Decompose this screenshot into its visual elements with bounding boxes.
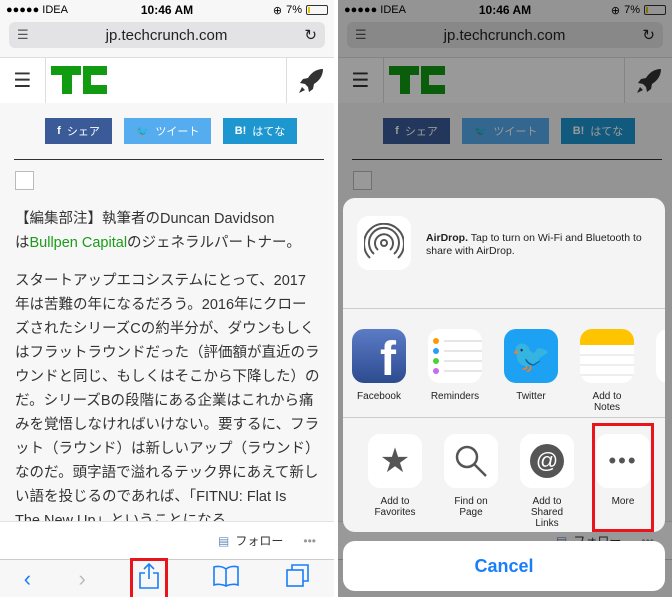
reader-icon[interactable]: ☰ xyxy=(17,27,29,43)
twitter-icon: 🐦 xyxy=(504,329,558,383)
action-find-on-page[interactable]: Find on Page xyxy=(443,434,499,529)
share-apps-row: fFacebook Reminders 🐦Twitter Add to Notes M xyxy=(343,309,665,418)
body-line: ウンドと同じ、もしくはそこから下降した）の xyxy=(15,369,320,385)
safari-page-before: ●●●●● IDEA 10:46 AM ⊕ 7% ☰ jp.techcrunch.… xyxy=(0,0,334,597)
hatena-share-button[interactable]: B! はてな xyxy=(223,118,297,144)
battery-icon xyxy=(306,5,328,15)
share-app-m[interactable]: M xyxy=(655,329,665,417)
body-line: だ。シリーズBの段階にある企業はこれから痛 xyxy=(15,393,314,409)
action-add-to-favorites[interactable]: ★ Add to Favorites xyxy=(367,434,423,529)
search-icon xyxy=(444,434,498,488)
divider xyxy=(14,159,324,160)
star-icon: ★ xyxy=(368,434,422,488)
more-dots-icon[interactable]: ••• xyxy=(303,534,316,548)
body-line: はフラットラウンドだった（評価額が直近のラ xyxy=(15,345,320,361)
rocket-icon[interactable] xyxy=(286,58,334,103)
safari-page-share-sheet: ●●●●● IDEA 10:46 AM ⊕ 7% ☰ jp.techcrunch.… xyxy=(338,0,672,597)
bullpen-capital-link[interactable]: Bullpen Capital xyxy=(30,235,128,251)
twitter-share-button[interactable]: 🐦 ツイート xyxy=(124,118,211,144)
status-bar: ●●●●● IDEA 10:46 AM ⊕ 7% xyxy=(0,0,334,20)
follow-button[interactable]: フォロー xyxy=(235,532,283,549)
body-line: ット（ラウンド）は新しいアップ（ラウンド） xyxy=(15,441,320,457)
reminders-icon xyxy=(428,329,482,383)
share-sheet: AirDrop. Tap to turn on Wi-Fi and Blueto… xyxy=(343,198,665,532)
tabs-icon[interactable] xyxy=(286,563,310,594)
share-app-reminders[interactable]: Reminders xyxy=(427,329,483,417)
ellipsis-icon: ••• xyxy=(596,434,650,488)
techcrunch-logo[interactable] xyxy=(46,58,286,103)
action-add-to-shared-links[interactable]: @ Add to Shared Links xyxy=(519,434,575,529)
at-icon: @ xyxy=(520,434,574,488)
body-line: ズされたシリーズCの約半分が、ダウンもしく xyxy=(15,321,315,337)
article-body: スタートアップエコシステムにとって、2017 年は苦難の年になるだろう。2016年… xyxy=(15,269,320,533)
body-line: みを覚悟しなければいけない。要するに、フラ xyxy=(15,417,320,433)
menu-icon[interactable]: ☰ xyxy=(0,58,46,103)
address-bar[interactable]: ☰ jp.techcrunch.com ↻ xyxy=(9,22,325,48)
body-line: なのだ。頭字語で溢れるテック界にあえて新し xyxy=(15,465,319,481)
follow-bar: ▤ フォロー ••• xyxy=(0,521,334,559)
forward-button[interactable]: › xyxy=(79,566,86,592)
back-button[interactable]: ‹ xyxy=(24,566,31,592)
share-app-add-to-notes[interactable]: Add to Notes xyxy=(579,329,635,417)
cancel-button[interactable]: Cancel xyxy=(343,541,665,591)
airdrop-icon[interactable] xyxy=(357,216,411,270)
action-more[interactable]: ••• More xyxy=(592,423,654,532)
body-line: スタートアップエコシステムにとって、2017 xyxy=(15,273,306,289)
facebook-share-button[interactable]: f シェア xyxy=(45,118,112,144)
reload-icon[interactable]: ↻ xyxy=(304,26,317,44)
actions-row: ★ Add to Favorites Find on Page @ Add to Sha… xyxy=(343,418,665,532)
editor-note: 【編集部注】執筆者のDuncan Davidson はBullpen Capit… xyxy=(15,211,301,251)
body-line: 年は苦難の年になるだろう。2016年にクロー xyxy=(15,297,307,313)
site-header: ☰ xyxy=(0,57,334,103)
notes-icon xyxy=(580,329,634,383)
share-buttons: f シェア 🐦 ツイート B! はてな xyxy=(45,118,297,144)
share-button[interactable] xyxy=(130,557,169,597)
body-line: い語を投じるのであれば、「FITNU: Flat Is xyxy=(15,489,287,505)
facebook-icon: f xyxy=(352,329,406,383)
clock: 10:46 AM xyxy=(140,3,194,17)
url-text: jp.techcrunch.com xyxy=(105,26,228,44)
airdrop-row[interactable]: AirDrop. Tap to turn on Wi-Fi and Blueto… xyxy=(343,198,665,309)
more-apps-icon xyxy=(656,329,665,383)
bookmarks-icon[interactable] xyxy=(212,565,239,593)
image-placeholder xyxy=(15,171,34,190)
feedly-icon[interactable]: ▤ xyxy=(218,534,229,548)
safari-toolbar: ‹ › xyxy=(0,557,334,597)
share-app-twitter[interactable]: 🐦 Twitter xyxy=(503,329,559,417)
share-app-facebook[interactable]: f Facebook xyxy=(351,329,407,417)
